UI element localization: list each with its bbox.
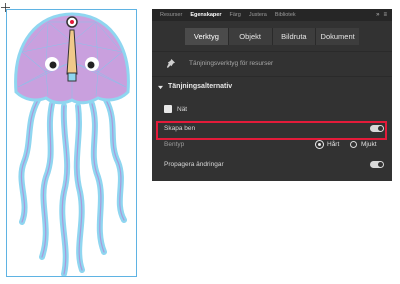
bone-type-hard-radio[interactable] (316, 141, 323, 148)
pin-tool-icon (166, 59, 175, 68)
mode-segmented-control: Verktyg Objekt Bildruta Dokument (185, 28, 359, 45)
panel-controls: » ≡ (376, 12, 387, 18)
bone-type-hard-label: Hårt (327, 141, 340, 148)
stage[interactable] (0, 0, 145, 284)
bone-type-soft-radio[interactable] (350, 141, 357, 148)
mesh-checkbox[interactable] (164, 105, 172, 113)
bone-type-label: Bentyp (164, 141, 185, 148)
mode-dokument-button[interactable]: Dokument (316, 28, 359, 45)
propagate-toggle[interactable] (370, 161, 384, 168)
jellyfish-artwork[interactable] (8, 12, 138, 276)
propagate-label: Propagera ändringar (164, 161, 224, 168)
tentacles[interactable] (18, 97, 127, 276)
tab-justera[interactable]: Justera (245, 12, 271, 18)
mode-verktyg-button[interactable]: Verktyg (185, 28, 229, 45)
tab-farg[interactable]: Färg (226, 12, 245, 18)
bone-type-soft-label: Mjukt (361, 141, 377, 148)
mesh-option-row: Nät (164, 104, 386, 116)
tab-bibliotek[interactable]: Bibliotek (271, 12, 300, 18)
mode-objekt-button[interactable]: Objekt (228, 28, 273, 45)
propagate-row: Propagera ändringar (164, 159, 386, 171)
panel-tab-bar: Resurser Egenskaper Färg Justera Bibliot… (152, 9, 392, 21)
tab-egenskaper[interactable]: Egenskaper (186, 12, 225, 18)
create-bones-toggle[interactable] (370, 125, 384, 132)
tab-resurser[interactable]: Resurser (156, 12, 186, 18)
collapse-icon[interactable]: » (376, 12, 379, 18)
mode-bildruta-button[interactable]: Bildruta (272, 28, 317, 45)
chevron-down-icon[interactable] (158, 85, 163, 90)
properties-panel: Resurser Egenskaper Färg Justera Bibliot… (152, 9, 392, 181)
panel-menu-icon[interactable]: ≡ (383, 12, 387, 18)
bone-type-row: Bentyp Hårt Mjukt (164, 139, 386, 151)
tool-header: Tänjningsverktyg för resurser (152, 51, 392, 77)
mesh-label: Nät (177, 106, 188, 113)
tool-header-label: Tänjningsverktyg för resurser (189, 60, 274, 67)
create-bones-label: Skapa ben (164, 125, 196, 132)
section-title[interactable]: Tänjningsalternativ (168, 83, 232, 90)
create-bones-row: Skapa ben (164, 123, 386, 135)
